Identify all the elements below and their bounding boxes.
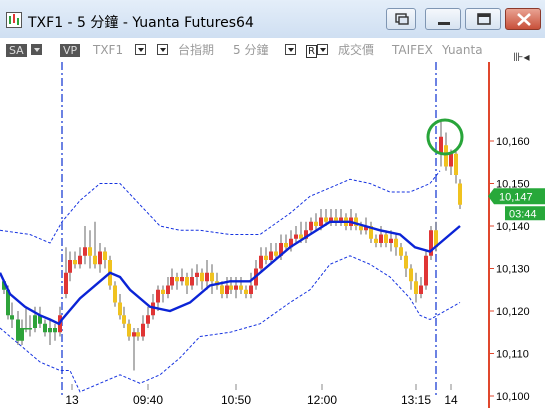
chart-window: TXF1 - 5 分鐘 - Yuanta Futures64 SA VP TXF… — [0, 0, 545, 408]
x-tick-label: 12:00 — [307, 393, 337, 407]
candle — [146, 315, 150, 324]
x-tick-label: 13 — [65, 393, 79, 407]
candle — [113, 285, 117, 303]
candle — [424, 255, 428, 286]
candle — [404, 255, 408, 269]
candle — [324, 217, 328, 222]
upper-band-line — [0, 170, 441, 244]
candle — [43, 323, 47, 333]
candle — [234, 285, 238, 290]
candle — [409, 268, 413, 282]
candle — [269, 251, 273, 260]
candle — [78, 255, 82, 265]
candle — [118, 302, 122, 316]
candle — [68, 260, 72, 273]
last-price-text: 10,147 — [499, 191, 533, 203]
candle — [16, 319, 20, 341]
candle — [314, 221, 318, 226]
candle — [414, 281, 418, 294]
time-left-text: 03:44 — [509, 208, 537, 220]
candle — [454, 153, 458, 175]
candlestick-chart[interactable]: 10,16010,15010,14010,13010,12010,11010,1… — [0, 0, 545, 408]
candle — [122, 315, 126, 324]
candle — [229, 285, 233, 290]
candle — [48, 328, 52, 333]
candle — [98, 251, 102, 265]
candle — [419, 285, 423, 294]
candle — [205, 272, 209, 282]
y-tick-label: 10,110 — [496, 349, 529, 361]
candle — [136, 332, 140, 337]
candle — [24, 328, 28, 330]
candle — [88, 247, 92, 256]
candle — [170, 277, 174, 286]
x-tick-label: 14 — [444, 393, 458, 407]
candle — [93, 255, 97, 265]
candle — [210, 272, 214, 282]
candle — [220, 285, 224, 294]
candle — [458, 183, 462, 205]
candle — [161, 289, 165, 294]
candle — [185, 277, 189, 286]
candle — [83, 247, 87, 256]
y-tick-label: 10,130 — [496, 264, 530, 276]
candle — [244, 289, 248, 294]
candle — [73, 260, 77, 265]
candle — [200, 272, 204, 282]
candle — [249, 285, 253, 294]
candle — [132, 332, 136, 337]
candle — [309, 221, 313, 231]
candle — [259, 255, 263, 269]
candle — [195, 272, 199, 277]
candle — [64, 272, 68, 294]
candle — [359, 226, 363, 231]
candle — [103, 251, 107, 260]
candle — [394, 238, 398, 248]
candle — [175, 277, 179, 282]
candle — [127, 323, 131, 337]
candle — [264, 255, 268, 260]
y-tick-label: 10,120 — [496, 306, 530, 318]
candle — [225, 285, 229, 294]
y-tick-label: 10,140 — [496, 221, 530, 233]
y-tick-label: 10,160 — [496, 136, 530, 148]
candle — [10, 315, 14, 320]
candle — [389, 238, 393, 243]
candle — [274, 251, 278, 256]
candle — [399, 247, 403, 256]
x-tick-label: 10:50 — [221, 393, 251, 407]
candle — [156, 289, 160, 303]
candle — [444, 145, 448, 167]
candle — [449, 153, 453, 167]
candle — [319, 217, 323, 226]
candle — [239, 285, 243, 290]
candle — [180, 277, 184, 282]
candle — [294, 234, 298, 239]
candle — [166, 285, 170, 294]
candle — [284, 243, 288, 248]
lower-band-line — [0, 255, 461, 393]
candle — [374, 238, 378, 243]
candle — [379, 234, 383, 243]
x-tick-label: 09:40 — [133, 393, 163, 407]
candle — [384, 234, 388, 243]
candle — [20, 328, 24, 341]
candle — [53, 328, 57, 333]
candle — [28, 328, 32, 330]
candle — [190, 277, 194, 286]
candle — [141, 323, 145, 337]
y-tick-label: 10,100 — [496, 391, 530, 403]
candle — [439, 136, 443, 154]
candle — [33, 315, 37, 328]
x-tick-label: 13:15 — [401, 393, 431, 407]
